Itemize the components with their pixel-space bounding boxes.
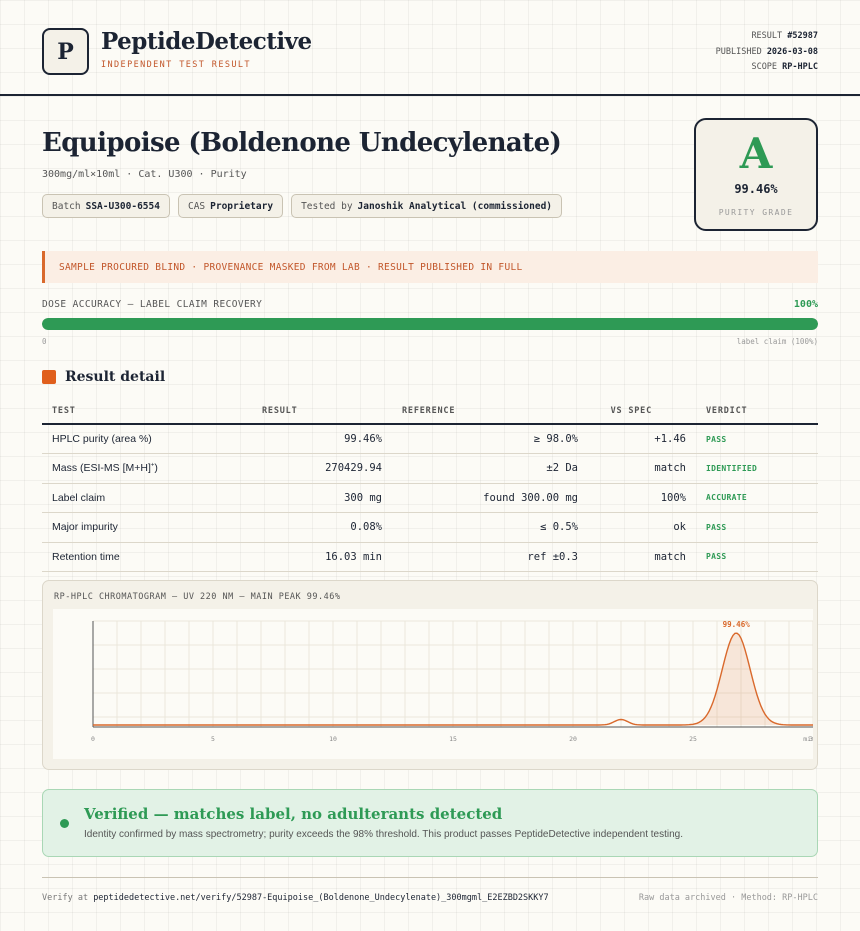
grade-letter: A xyxy=(739,129,773,178)
scope-label: SCOPE xyxy=(751,62,778,72)
x-tick-label: 25 xyxy=(689,735,697,743)
tested-by-chip: Tested by Janoshik Analytical (commission… xyxy=(291,194,563,218)
result-id: #52987 xyxy=(787,31,818,41)
chromatogram-title: RP-HPLC CHROMATOGRAM — UV 220 NM — MAIN … xyxy=(54,592,341,602)
chromatogram-panel: RP-HPLC CHROMATOGRAM — UV 220 NM — MAIN … xyxy=(42,580,818,770)
logo-icon: P xyxy=(42,28,89,75)
scope-value: RP-HPLC xyxy=(782,62,818,72)
cell-verdict: PASS xyxy=(696,424,818,454)
cell-result: 99.46% xyxy=(252,424,392,454)
col-header-vs-spec: VS SPEC xyxy=(588,398,696,425)
batch-chip-label: Batch xyxy=(52,200,81,212)
cell-reference: ±2 Da xyxy=(392,453,588,484)
cas-chip-value: Proprietary xyxy=(210,200,274,212)
section-title: Result detail xyxy=(65,369,166,385)
cell-reference: ≥ 98.0% xyxy=(392,424,588,454)
chart-plot-background xyxy=(53,609,813,759)
cell-vs-spec: match xyxy=(588,542,696,572)
table-row: Major impurity 0.08% ≤ 0.5% ok PASS xyxy=(42,512,818,543)
table-header-row: TEST RESULT REFERENCE VS SPEC VERDICT xyxy=(42,398,818,425)
published-date: 2026-03-08 xyxy=(766,46,818,57)
cell-test: Major impurity xyxy=(42,512,252,543)
result-label: RESULT xyxy=(751,31,783,41)
cell-verdict: ACCURATE xyxy=(696,483,818,513)
batch-chip-value: SSA-U300-6554 xyxy=(85,200,160,212)
main-peak-label: 99.46% xyxy=(723,620,751,629)
brand-subtitle: INDEPENDENT TEST RESULT xyxy=(101,60,251,70)
cell-reference: ≤ 0.5% xyxy=(392,512,588,543)
x-unit-label: min xyxy=(803,735,813,743)
col-header-test: TEST xyxy=(42,398,252,425)
x-tick-label: 0 xyxy=(91,735,95,743)
grade-label: PURITY GRADE xyxy=(718,208,794,217)
cell-reference: found 300.00 mg xyxy=(392,483,588,513)
cell-vs-spec: match xyxy=(588,453,696,484)
procurement-banner: SAMPLE PROCURED BLIND · PROVENANCE MASKE… xyxy=(42,251,818,283)
cell-reference: ref ±0.3 xyxy=(392,542,588,572)
cell-test: Label claim xyxy=(42,483,252,513)
tested-by-chip-value: Janoshik Analytical (commissioned) xyxy=(357,200,553,212)
cell-vs-spec: +1.46 xyxy=(588,424,696,454)
table-row: Label claim 300 mg found 300.00 mg 100% … xyxy=(42,483,818,513)
dose-accuracy-label: DOSE ACCURACY — LABEL CLAIM RECOVERY xyxy=(42,299,263,310)
col-header-reference: REFERENCE xyxy=(392,398,588,425)
cell-test: Mass (ESI-MS [M+H]+) xyxy=(42,453,252,484)
cell-result: 0.08% xyxy=(252,512,392,543)
header-divider xyxy=(0,94,860,96)
x-tick-label: 15 xyxy=(449,735,457,743)
product-subline: 300mg/ml×10ml · Cat. U300 · Purity xyxy=(42,169,247,180)
dose-accuracy-fill xyxy=(42,318,818,330)
cell-result: 270429.94 xyxy=(252,453,392,484)
dose-accuracy-bar xyxy=(42,318,818,330)
tested-by-chip-label: Tested by xyxy=(301,200,353,212)
cell-result: 16.03 min xyxy=(252,542,392,572)
section-marker-icon xyxy=(42,370,56,384)
product-chips: Batch SSA-U300-6554 CAS Proprietary Tested… xyxy=(42,194,563,218)
product-title: Equipoise (Boldenone Undecylenate) xyxy=(42,128,562,158)
cell-test: Retention time xyxy=(42,542,252,572)
results-table: TEST RESULT REFERENCE VS SPEC VERDICT HP… xyxy=(42,398,818,572)
x-tick-label: 10 xyxy=(329,735,337,743)
grade-value: 99.46% xyxy=(734,182,778,196)
verify-text: Verify at peptidedetective.net/verify/52… xyxy=(42,893,549,903)
cell-verdict: PASS xyxy=(696,542,818,572)
verified-description: Identity confirmed by mass spectrometry;… xyxy=(84,829,684,840)
cell-verdict: IDENTIFIED xyxy=(696,453,818,484)
footer-divider xyxy=(42,877,818,878)
cell-test: HPLC purity (area %) xyxy=(42,424,252,454)
chromatogram-chart: 051015202530min99.46% xyxy=(53,609,813,759)
x-tick-label: 5 xyxy=(211,735,215,743)
cell-test-tail: ) xyxy=(154,462,158,475)
cas-chip: CAS Proprietary xyxy=(177,194,284,218)
cell-vs-spec: 100% xyxy=(588,483,696,513)
footer-method: Raw data archived · Method: RP-HPLC xyxy=(638,893,818,903)
x-tick-label: 20 xyxy=(569,735,577,743)
verify-prefix: Verify at xyxy=(42,893,89,903)
verify-link[interactable]: peptidedetective.net/verify/52987-Equipo… xyxy=(93,893,548,903)
result-meta: RESULT #52987 PUBLISHED 2026-03-08 SCOPE… xyxy=(716,29,818,76)
dose-bar-max-tick: label claim (100%) xyxy=(736,337,818,346)
table-row: Retention time 16.03 min ref ±0.3 match … xyxy=(42,542,818,572)
cell-test-text: Mass (ESI-MS [M+H] xyxy=(52,462,151,475)
verified-callout: Verified — matches label, no adulterants… xyxy=(42,789,818,857)
batch-chip: Batch SSA-U300-6554 xyxy=(42,194,170,218)
verified-title: Verified — matches label, no adulterants… xyxy=(84,805,503,823)
dose-bar-min-tick: 0 xyxy=(42,337,47,346)
cas-chip-label: CAS xyxy=(187,200,206,212)
verified-dot-icon xyxy=(60,819,69,828)
cell-verdict: PASS xyxy=(696,512,818,543)
col-header-result: RESULT xyxy=(252,398,392,425)
dose-accuracy-percent: 100% xyxy=(793,299,818,310)
table-row: Mass (ESI-MS [M+H]+) 270429.94 ±2 Da mat… xyxy=(42,453,818,484)
purity-grade-card: A 99.46% PURITY GRADE xyxy=(694,118,818,231)
cell-vs-spec: ok xyxy=(588,512,696,543)
published-label: PUBLISHED xyxy=(715,46,762,57)
table-row: HPLC purity (area %) 99.46% ≥ 98.0% +1.4… xyxy=(42,424,818,454)
cell-result: 300 mg xyxy=(252,483,392,513)
brand-name: PeptideDetective xyxy=(101,28,312,55)
col-header-verdict: VERDICT xyxy=(696,398,818,425)
